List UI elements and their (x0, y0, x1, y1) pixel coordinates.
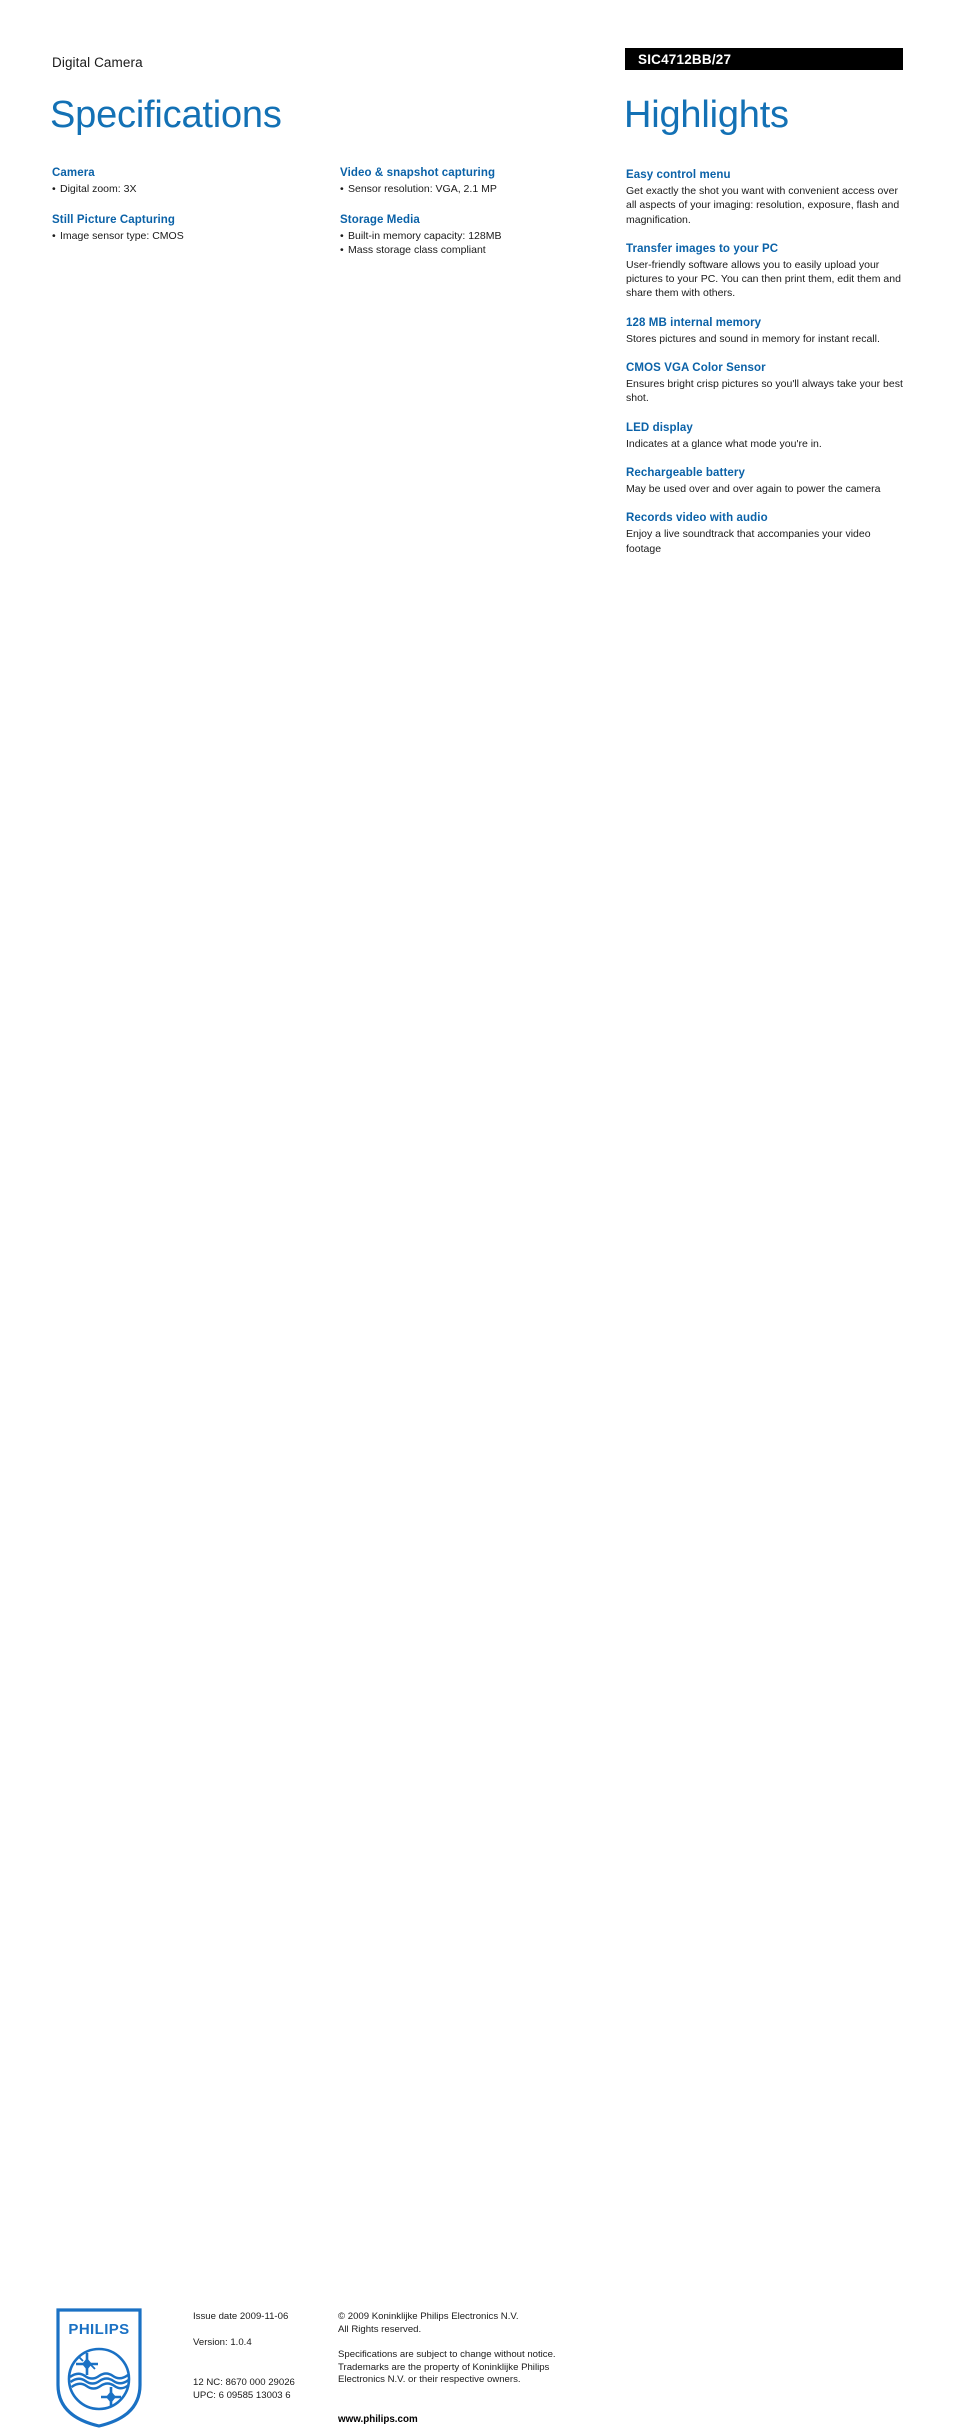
highlight-block: Rechargeable battery May be used over and… (626, 466, 904, 496)
footer-legal-column: © 2009 Koninklijke Philips Electronics N… (338, 2311, 608, 2427)
disclaimer-line-3: Electronics N.V. or their respective own… (338, 2374, 521, 2386)
spec-item: • Mass storage class compliant (340, 243, 602, 258)
product-category-label: Digital Camera (52, 55, 143, 70)
spec-item: • Image sensor type: CMOS (52, 229, 314, 244)
highlight-title: Records video with audio (626, 512, 768, 525)
disclaimer-line-2: Trademarks are the property of Koninklij… (338, 2361, 550, 2373)
highlight-block: Easy control menu Get exactly the shot yo… (626, 168, 904, 227)
highlight-title: LED display (626, 421, 693, 434)
disclaimer-line-1: Specifications are subject to change wit… (338, 2349, 556, 2361)
spec-item-text: Image sensor type: CMOS (60, 229, 184, 242)
highlight-body: May be used over and over again to power… (626, 482, 881, 495)
highlight-title: Transfer images to your PC (626, 242, 779, 255)
version-line: Version: 1.0.4 (193, 2336, 252, 2348)
spec-group-heading: Still Picture Capturing (52, 213, 176, 226)
spec-group: Camera • Digital zoom: 3X (52, 166, 314, 197)
highlight-title: Rechargeable battery (626, 466, 745, 479)
spec-item: • Built-in memory capacity: 128MB (340, 229, 602, 244)
highlight-title: CMOS VGA Color Sensor (626, 362, 766, 375)
issue-date-line: Issue date 2009-11-06 (193, 2311, 289, 2322)
philips-website-link[interactable]: www.philips.com (338, 2414, 608, 2427)
spec-group-heading: Camera (52, 167, 95, 179)
spec-item-text: Built-in memory capacity: 128MB (348, 229, 502, 242)
specifications-column-1: Camera • Digital zoom: 3X Still Picture Cap… (52, 166, 314, 243)
philips-logo: PHILIPS (56, 2308, 142, 2428)
upc-line: UPC: 6 09585 13003 6 (193, 2389, 291, 2401)
copyright-line-1: © 2009 Koninklijke Philips Electronics N… (338, 2311, 519, 2322)
spec-group: Storage Media • Built-in memory capacity: … (340, 213, 602, 258)
highlight-body: Get exactly the shot you want with conve… (626, 185, 900, 226)
highlight-body: Stores pictures and sound in memory for … (626, 332, 880, 345)
spec-item-text: Sensor resolution: VGA, 2.1 MP (348, 183, 497, 195)
spec-group-heading: Storage Media (340, 213, 420, 226)
highlight-body: Ensures bright crisp pictures so you'll … (626, 378, 903, 405)
bullet-icon: • (340, 229, 344, 242)
spec-group: Still Picture Capturing • Image sensor typ… (52, 213, 314, 244)
highlight-block: 128 MB internal memory Stores pictures an… (626, 316, 904, 346)
spec-item: • Sensor resolution: VGA, 2.1 MP (340, 182, 602, 197)
specifications-column-2: Video & snapshot capturing • Sensor resolu… (340, 166, 602, 258)
bullet-icon: • (340, 183, 344, 195)
highlights-title: Highlights (624, 94, 789, 136)
highlight-title: Easy control menu (626, 169, 731, 181)
highlight-title: 128 MB internal memory (626, 316, 762, 329)
specifications-title: Specifications (50, 94, 282, 136)
model-code-bar: SIC4712BB/27 (625, 48, 903, 70)
spec-group: Video & snapshot capturing • Sensor resolu… (340, 166, 602, 197)
spec-group-heading: Video & snapshot capturing (340, 167, 496, 179)
highlights-column: Easy control menu Get exactly the shot yo… (626, 168, 904, 556)
highlight-block: Transfer images to your PC User-friendly … (626, 242, 904, 301)
page-footer: PHILIPS Issue date 2009-11-06 Version: 1… (0, 1150, 954, 2428)
highlight-body: Indicates at a glance what mode you're i… (626, 437, 822, 450)
datasheet-page: Digital Camera SIC4712BB/27 Specificatio… (0, 0, 954, 2428)
model-code-text: SIC4712BB/27 (638, 52, 732, 67)
philips-wordmark: PHILIPS (68, 2321, 129, 2338)
spec-item: • Digital zoom: 3X (52, 182, 314, 197)
highlight-body: Enjoy a live soundtrack that accompanies… (626, 528, 871, 555)
footer-metadata-column: Issue date 2009-11-06 Version: 1.0.4 12 … (193, 2311, 333, 2402)
spec-item-text: Digital zoom: 3X (60, 183, 137, 195)
highlight-body: User-friendly software allows you to eas… (626, 258, 901, 300)
highlight-block: LED display Indicates at a glance what mo… (626, 421, 904, 451)
bullet-icon: • (52, 229, 56, 242)
highlight-block: Records video with audio Enjoy a live sou… (626, 511, 904, 556)
copyright-line-2: All Rights reserved. (338, 2323, 422, 2335)
spec-item-text: Mass storage class compliant (348, 244, 486, 256)
bullet-icon: • (340, 244, 344, 256)
highlight-block: CMOS VGA Color Sensor Ensures bright cris… (626, 361, 904, 406)
bullet-icon: • (52, 183, 56, 195)
twelve-nc-line: 12 NC: 8670 000 29026 (193, 2377, 295, 2389)
